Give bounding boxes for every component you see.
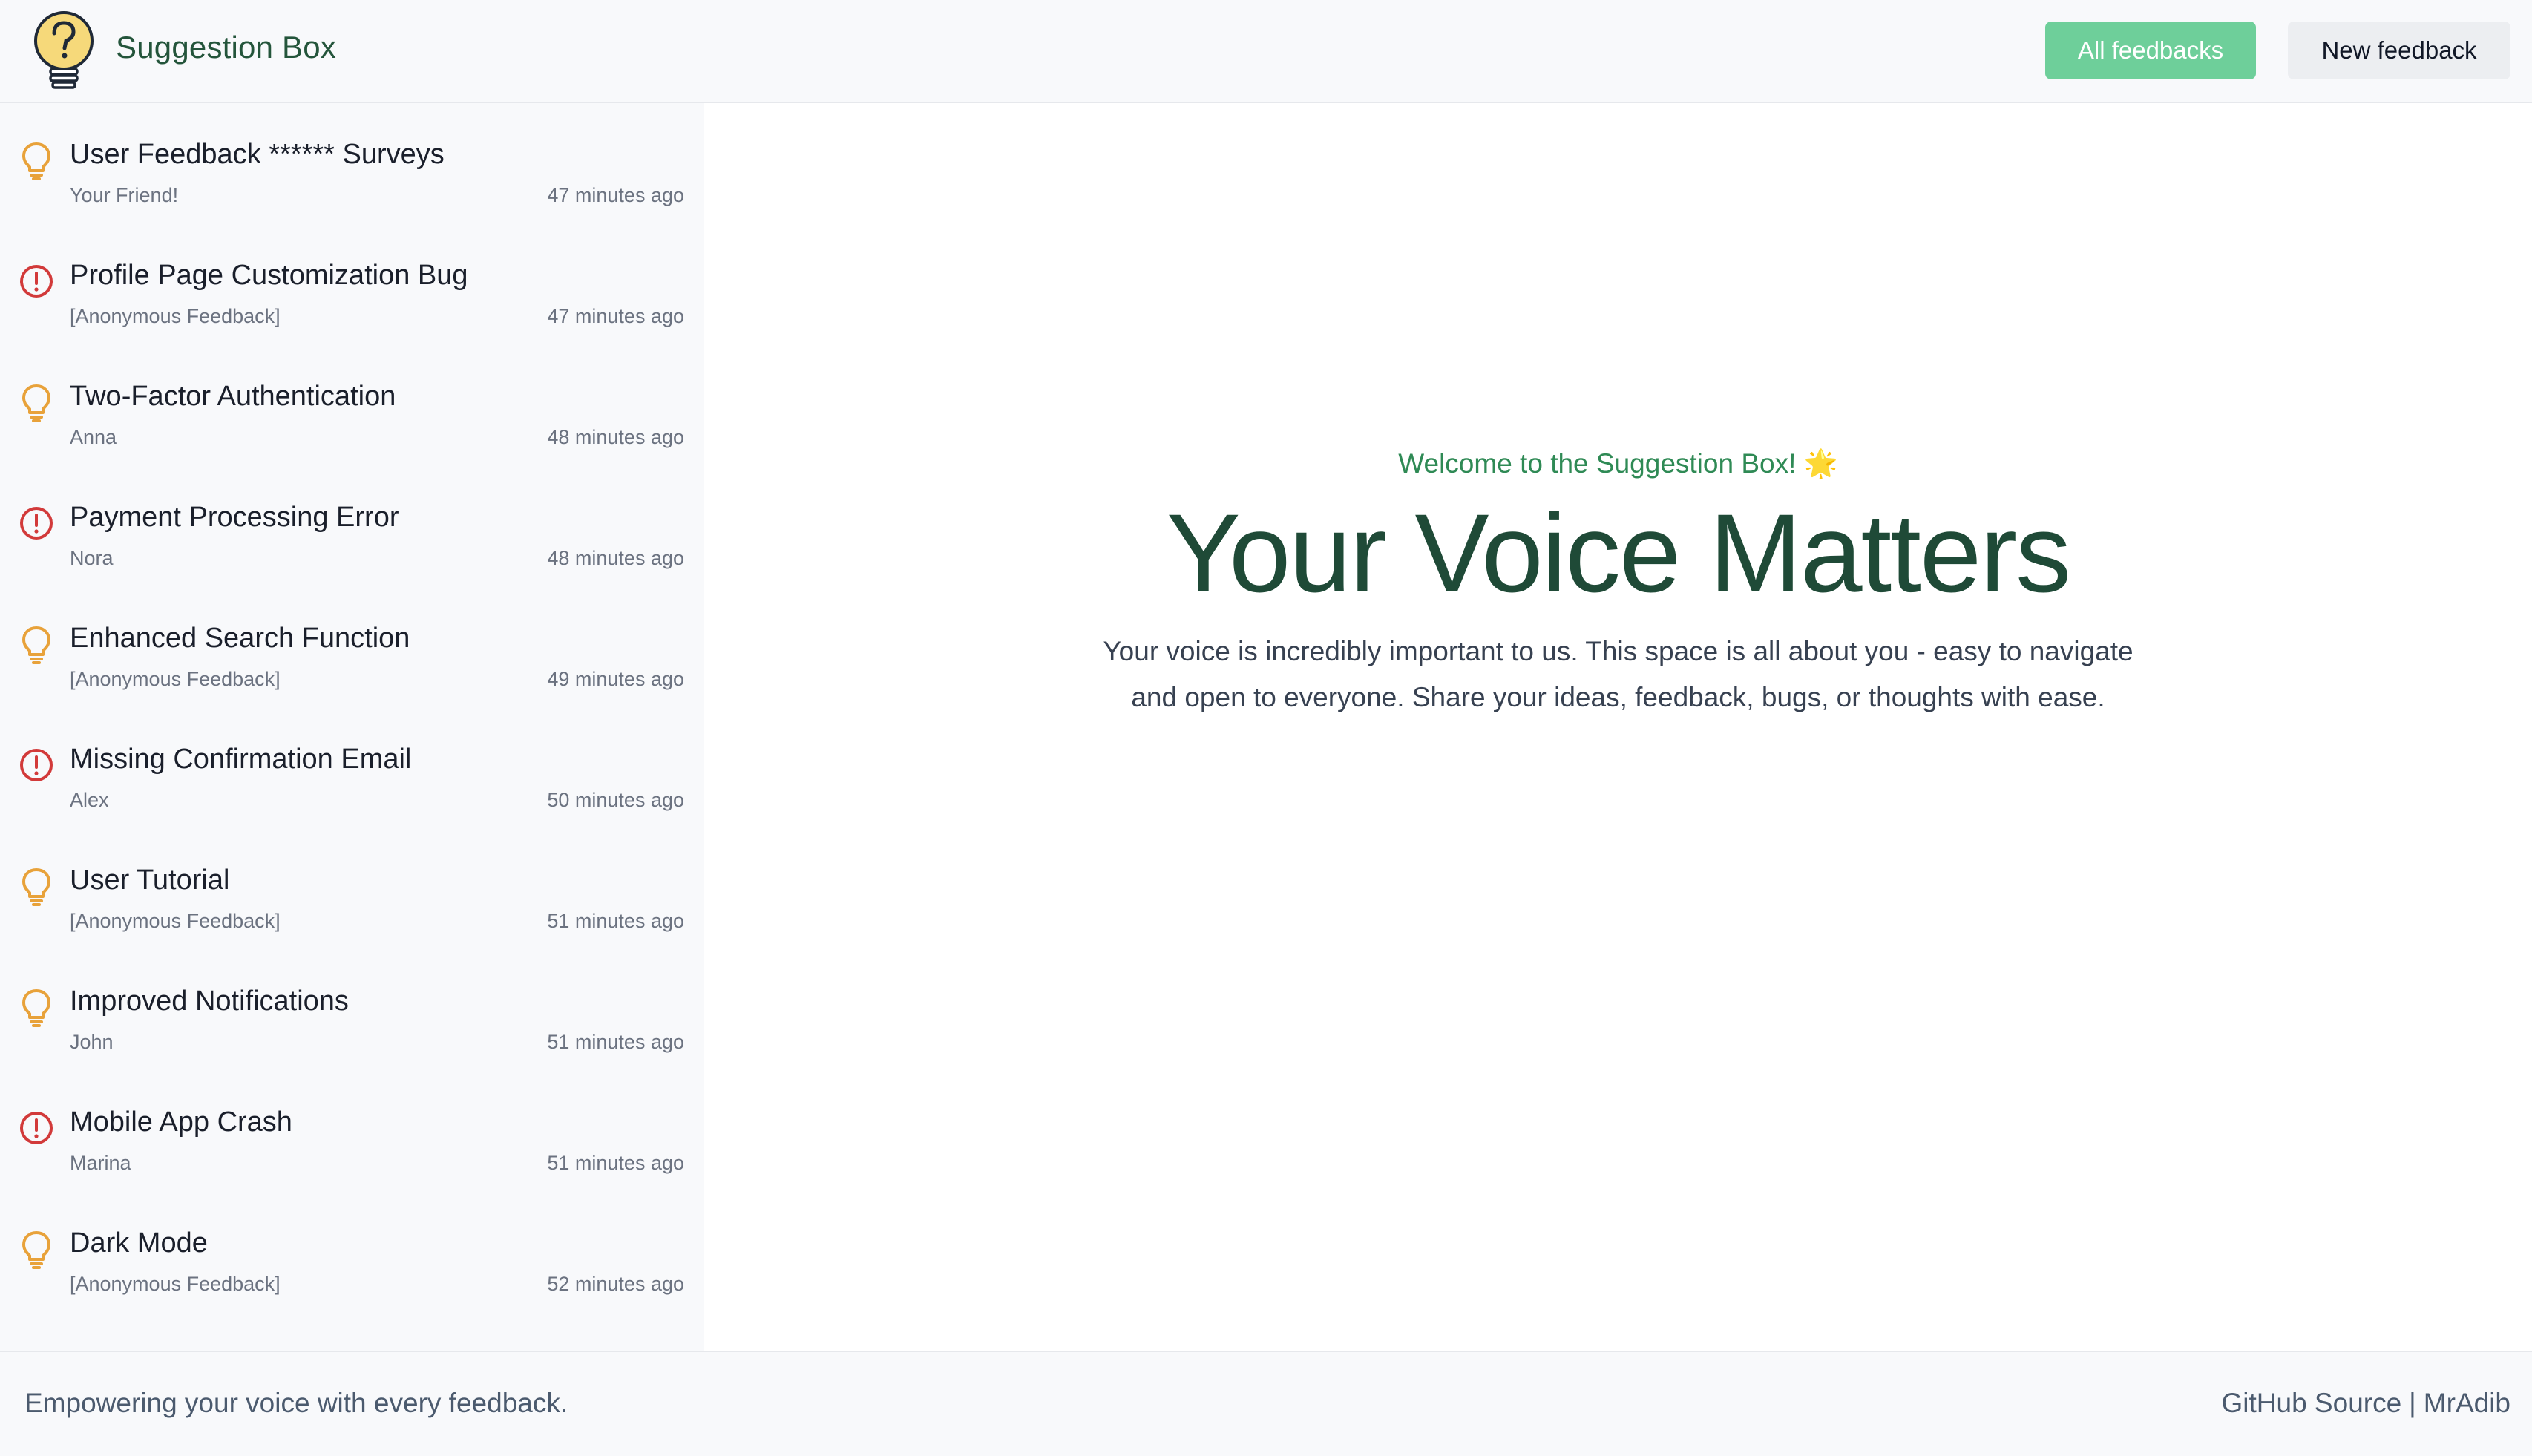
feedback-list-item[interactable]: Dark Mode [Anonymous Feedback] 52 minutes … <box>0 1202 704 1323</box>
feedback-list-item[interactable]: User Tutorial [Anonymous Feedback] 51 minu… <box>0 839 704 960</box>
feedback-list-sidebar: User Feedback ****** Surveys Your Friend!… <box>0 103 704 1351</box>
top-header: Suggestion Box All feedbacks New feedbac… <box>0 0 2532 103</box>
main-content: Welcome to the Suggestion Box! 🌟 Your Vo… <box>704 103 2532 1351</box>
feedback-author: Nora <box>70 547 114 569</box>
hero-heading: Your Voice Matters <box>1166 491 2071 615</box>
feedback-list-item[interactable]: User Feedback ****** Surveys Your Friend!… <box>0 114 704 235</box>
feedback-timestamp: 47 minutes ago <box>547 305 684 327</box>
feedback-author: Marina <box>70 1152 131 1174</box>
feedback-author: [Anonymous Feedback] <box>70 668 281 690</box>
feedback-list-item[interactable]: Improved Notifications John 51 minutes ago <box>0 960 704 1081</box>
feedback-title: Missing Confirmation Email <box>70 744 412 775</box>
author-link[interactable]: MrAdib <box>2424 1388 2510 1418</box>
lightbulb-icon <box>22 384 50 422</box>
feedback-title: Payment Processing Error <box>70 502 399 533</box>
feedback-title: Enhanced Search Function <box>70 623 410 654</box>
feedback-list-item[interactable]: Payment Processing Error Nora 48 minutes a… <box>0 476 704 597</box>
feedback-timestamp: 49 minutes ago <box>547 668 684 690</box>
feedback-title: Profile Page Customization Bug <box>70 260 468 291</box>
feedback-timestamp: 51 minutes ago <box>547 1152 684 1174</box>
feedback-timestamp: 51 minutes ago <box>547 1031 684 1053</box>
feedback-timestamp: 52 minutes ago <box>547 1273 684 1295</box>
feedback-timestamp: 48 minutes ago <box>547 547 684 569</box>
alert-circle-icon <box>20 507 53 540</box>
all-feedbacks-button[interactable]: All feedbacks <box>2045 22 2256 79</box>
feedback-list-item[interactable]: Profile Page Customization Bug [Anonymous… <box>0 235 704 355</box>
footer-tagline: Empowering your voice with every feedbac… <box>24 1388 568 1418</box>
feedback-title: Dark Mode <box>70 1227 208 1259</box>
feedback-list-item[interactable]: Two-Factor Authentication Anna 48 minutes … <box>0 355 704 476</box>
feedback-title: Two-Factor Authentication <box>70 381 396 412</box>
feedback-title: Mobile App Crash <box>70 1106 292 1138</box>
footer-links: GitHub Source | MrAdib <box>2222 1388 2511 1419</box>
alert-circle-icon <box>20 1112 53 1144</box>
feedback-timestamp: 50 minutes ago <box>547 789 684 811</box>
feedback-author: [Anonymous Feedback] <box>70 305 281 327</box>
feedback-list-item[interactable]: Missing Confirmation Email Alex 50 minutes… <box>0 718 704 839</box>
app-root: Suggestion Box All feedbacks New feedbac… <box>0 0 2532 1456</box>
feedback-timestamp: 51 minutes ago <box>547 910 684 932</box>
feedback-timestamp: 47 minutes ago <box>547 184 684 206</box>
feedback-list-item[interactable]: Mobile App Crash Marina 51 minutes ago <box>0 1081 704 1202</box>
lightbulb-question-logo-icon <box>34 11 94 89</box>
feedback-author: Alex <box>70 789 109 811</box>
hero-description: Your voice is incredibly important to us… <box>1103 636 2133 712</box>
footer: Empowering your voice with every feedbac… <box>0 1351 2532 1456</box>
feedback-list-item[interactable]: Enhanced Search Function [Anonymous Feedb… <box>0 597 704 718</box>
feedback-author: Anna <box>70 426 117 448</box>
feedback-title: Improved Notifications <box>70 986 349 1017</box>
lightbulb-icon <box>22 626 50 664</box>
github-source-link[interactable]: GitHub Source <box>2222 1388 2402 1418</box>
lightbulb-icon <box>22 989 50 1027</box>
alert-circle-icon <box>20 749 53 781</box>
lightbulb-icon <box>22 1231 50 1269</box>
lightbulb-icon <box>22 142 50 180</box>
feedback-timestamp: 48 minutes ago <box>547 426 684 448</box>
feedback-author: John <box>70 1031 114 1053</box>
alert-circle-icon <box>20 265 53 298</box>
new-feedback-button[interactable]: New feedback <box>2288 22 2510 79</box>
lightbulb-icon <box>22 868 50 906</box>
footer-separator: | <box>2409 1388 2416 1418</box>
feedback-author: [Anonymous Feedback] <box>70 910 281 932</box>
feedback-author: Your Friend! <box>70 184 179 206</box>
feedback-title: User Feedback ****** Surveys <box>70 139 445 170</box>
feedback-author: [Anonymous Feedback] <box>70 1273 281 1295</box>
feedback-title: User Tutorial <box>70 865 230 896</box>
welcome-text: Welcome to the Suggestion Box! 🌟 <box>1398 448 1838 479</box>
app-title: Suggestion Box <box>116 30 337 65</box>
